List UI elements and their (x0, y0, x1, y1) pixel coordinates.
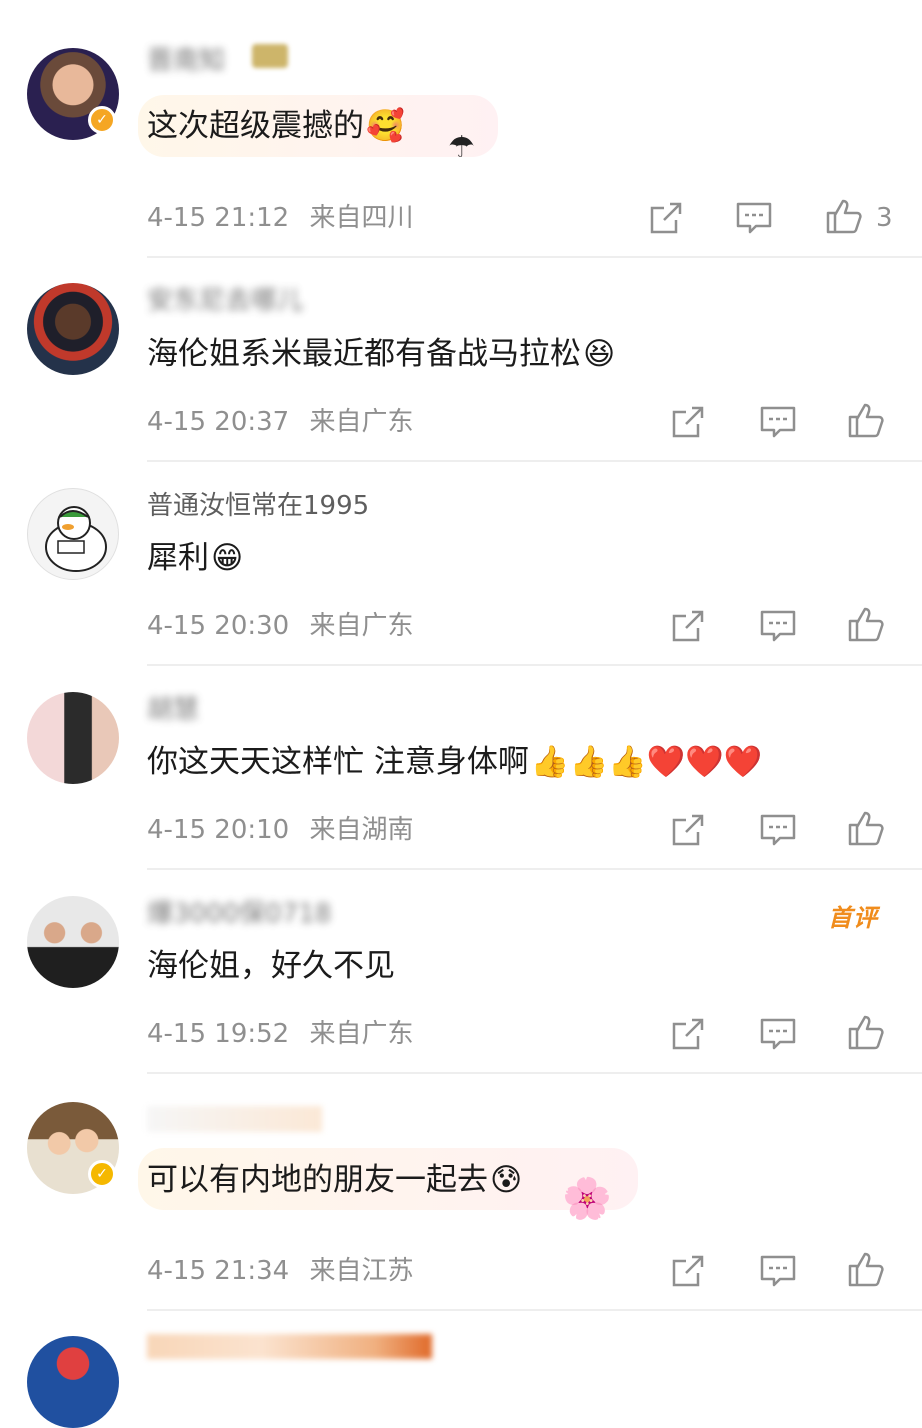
comment-meta: 4-15 20:30 来自广东 (147, 611, 413, 641)
comment-icon[interactable] (758, 810, 798, 850)
avatar[interactable] (27, 283, 119, 375)
share-icon[interactable] (668, 810, 708, 850)
share-icon[interactable] (668, 1251, 708, 1291)
comment-text: 这次超级震撼的 🥰 (147, 106, 405, 146)
comment-icon[interactable] (758, 606, 798, 646)
divider (147, 868, 922, 870)
comment-location: 来自江苏 (309, 1256, 414, 1286)
flower-sticker-icon: 🌸 (562, 1176, 612, 1222)
comment-icon[interactable] (758, 1014, 798, 1054)
emoji-icon: 😰 (490, 1162, 523, 1198)
duck-avatar-icon (45, 506, 107, 572)
comment-meta: 4-15 21:12 来自四川 (147, 203, 413, 233)
avatar[interactable] (27, 1336, 119, 1428)
comment-icon[interactable] (758, 1251, 798, 1291)
share-icon[interactable] (668, 606, 708, 646)
comment-text: 海伦姐，好久不见 (147, 946, 395, 986)
comment-date: 4-15 21:12 (147, 203, 290, 233)
comment-date: 4-15 21:34 (147, 1256, 290, 1286)
comment-location: 来自广东 (309, 1019, 414, 1049)
avatar[interactable] (27, 692, 119, 784)
umbrella-sticker-icon: ☂ (448, 130, 475, 165)
avatar[interactable] (27, 896, 119, 988)
comment-location: 来自广东 (309, 611, 414, 641)
emoji-icon: 👍👍👍❤️❤️❤️ (530, 744, 763, 780)
verified-badge-icon: ✓ (88, 1160, 116, 1188)
username[interactable]: 安东尼去哪儿 (147, 286, 303, 316)
divider (147, 256, 922, 258)
divider (147, 460, 922, 462)
comment-text-content: 海伦姐，好久不见 (147, 948, 395, 984)
thumbs-up-icon[interactable] (846, 604, 886, 644)
comment-location: 来自广东 (309, 407, 414, 437)
comment-date: 4-15 20:10 (147, 815, 290, 845)
thumbs-up-icon[interactable] (824, 196, 864, 236)
divider (147, 1072, 922, 1074)
username-blurred[interactable] (147, 1106, 322, 1132)
divider (147, 664, 922, 666)
comment-meta: 4-15 21:34 来自江苏 (147, 1256, 413, 1286)
comment-icon[interactable] (734, 198, 774, 238)
comment-meta: 4-15 20:10 来自湖南 (147, 815, 413, 845)
username-blurred[interactable] (147, 1334, 432, 1359)
first-comment-badge: 首评 (828, 904, 878, 932)
share-icon[interactable] (668, 1014, 708, 1054)
username[interactable]: 胡慧 (147, 695, 199, 725)
comment-date: 4-15 20:30 (147, 611, 290, 641)
thumbs-up-icon[interactable] (846, 1249, 886, 1289)
comment-icon[interactable] (758, 402, 798, 442)
comment-text-content: 海伦姐系米最近都有备战马拉松 (147, 336, 581, 372)
emoji-icon: 😆 (583, 336, 616, 372)
comment-text-content: 你这天天这样忙 注意身体啊 (147, 744, 529, 780)
comment-text: 犀利 😁 (147, 538, 243, 578)
comment-date: 4-15 20:37 (147, 407, 290, 437)
username[interactable]: 爆3000保0718 (147, 899, 331, 929)
username[interactable]: 晋南知 (147, 46, 225, 76)
comment-text-content: 犀利 (147, 540, 209, 576)
share-icon[interactable] (646, 198, 686, 238)
comment-text: 海伦姐系米最近都有备战马拉松 😆 (147, 334, 615, 374)
comment-date: 4-15 19:52 (147, 1019, 290, 1049)
avatar[interactable] (27, 488, 119, 580)
comment-location: 来自四川 (309, 203, 414, 233)
thumbs-up-icon[interactable] (846, 400, 886, 440)
comment-meta: 4-15 20:37 来自广东 (147, 407, 413, 437)
divider (147, 1309, 922, 1311)
like-count: 3 (876, 203, 893, 233)
thumbs-up-icon[interactable] (846, 808, 886, 848)
comment-text: 你这天天这样忙 注意身体啊 👍👍👍❤️❤️❤️ (147, 742, 762, 782)
emoji-icon: 😁 (211, 540, 244, 576)
comment-text-content: 可以有内地的朋友一起去 (147, 1162, 488, 1198)
emoji-icon: 🥰 (366, 108, 405, 144)
username[interactable]: 普通汝恒常在1995 (147, 491, 369, 521)
verified-badge-icon: ✓ (88, 106, 116, 134)
comment-text-content: 这次超级震撼的 (147, 108, 364, 144)
crown-icon (252, 44, 288, 68)
comment-text: 可以有内地的朋友一起去 😰 (147, 1160, 522, 1200)
share-icon[interactable] (668, 402, 708, 442)
thumbs-up-icon[interactable] (846, 1012, 886, 1052)
comment-meta: 4-15 19:52 来自广东 (147, 1019, 413, 1049)
comment-location: 来自湖南 (309, 815, 414, 845)
